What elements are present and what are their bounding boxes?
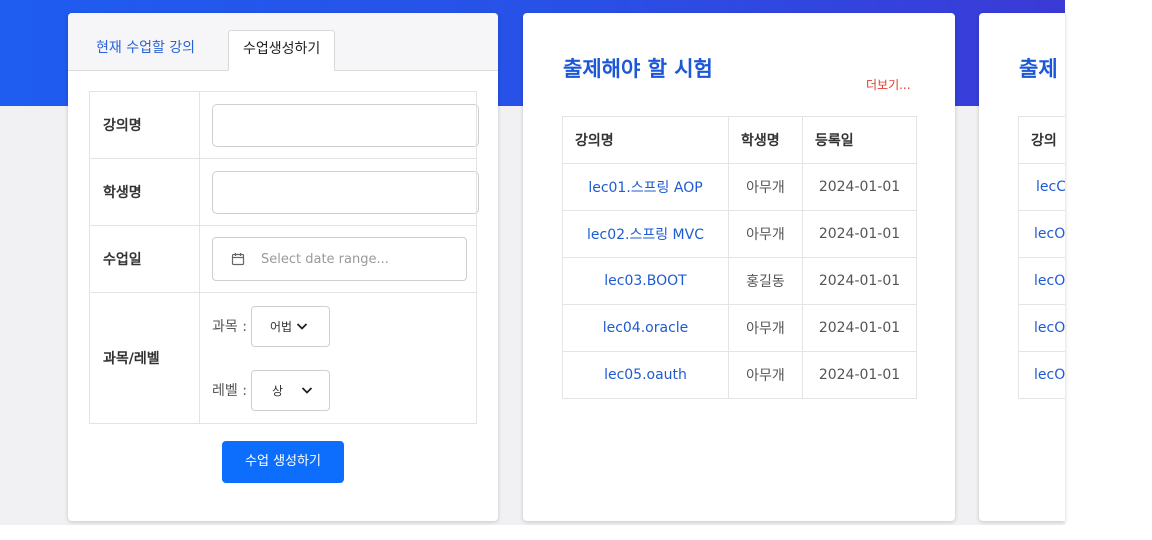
level-row: 레벨 : 상 <box>212 369 476 411</box>
card-title: 출제해야 할 시험 <box>563 57 713 81</box>
subject-row: 과목 : 어법 <box>212 305 476 347</box>
lecture-link[interactable]: lec05.oauth <box>562 351 729 399</box>
more-link[interactable]: 더보기... <box>866 76 911 93</box>
column-header-date: 등록일 <box>802 116 917 164</box>
card-title: 출제 <box>1019 57 1058 81</box>
date-cell: 2024-01-01 <box>802 163 917 211</box>
student-cell: 아무개 <box>728 351 803 399</box>
subject-level-label: 과목/레벨 <box>89 292 200 424</box>
chevron-down-icon <box>292 321 308 331</box>
student-name-cell <box>199 158 479 226</box>
exams-table: 강의명 학생명 등록일 lec01.스프링 AOP 아무개 2024-01-01… <box>562 116 917 399</box>
chevron-down-icon <box>297 385 313 395</box>
table-header-row: 강의명 학생명 등록일 <box>562 116 917 164</box>
student-name-input[interactable] <box>212 170 479 214</box>
table-row: lecO <box>1018 257 1065 305</box>
date-cell: 2024-01-01 <box>802 210 917 258</box>
date-cell: 2024-01-01 <box>802 351 917 399</box>
table-row: lec03.BOOT 홍길동 2024-01-01 <box>562 257 917 305</box>
tab-create-class[interactable]: 수업생성하기 <box>228 30 336 71</box>
lecture-link[interactable]: lecO <box>1018 304 1065 352</box>
table-row: lec04.oracle 아무개 2024-01-01 <box>562 304 917 352</box>
lecture-link[interactable]: lec03.BOOT <box>562 257 729 305</box>
lecture-name-label: 강의명 <box>89 91 200 159</box>
lecture-name-input[interactable] <box>212 103 479 147</box>
table-row: lec01.스프링 AOP 아무개 2024-01-01 <box>562 163 917 211</box>
lecture-link[interactable]: lecC <box>1018 163 1065 211</box>
subject-value: 어법 <box>269 319 293 334</box>
date-cell: 2024-01-01 <box>802 257 917 305</box>
create-class-button[interactable]: 수업 생성하기 <box>222 441 344 483</box>
column-header-student: 학생명 <box>728 116 803 164</box>
class-date-cell: Select date range... <box>199 225 477 293</box>
create-class-card: 현재 수업할 강의 수업생성하기 강의명 학생명 수업일 Select date… <box>68 13 498 521</box>
lecture-name-cell <box>199 91 479 159</box>
table-header-row: 강의 <box>1018 116 1065 164</box>
class-date-label: 수업일 <box>89 225 200 293</box>
column-header-lecture: 강의명 <box>562 116 729 164</box>
student-cell: 아무개 <box>728 304 803 352</box>
date-cell: 2024-01-01 <box>802 304 917 352</box>
student-cell: 아무개 <box>728 163 803 211</box>
cropped-table: 강의 lecC lecO lecO lecO lecO <box>1018 116 1065 399</box>
lecture-link[interactable]: lecO <box>1018 351 1065 399</box>
table-row: lec05.oauth 아무개 2024-01-01 <box>562 351 917 399</box>
student-cell: 홍길동 <box>728 257 803 305</box>
column-header-lecture: 강의 <box>1018 116 1065 164</box>
lecture-link[interactable]: lec02.스프링 MVC <box>562 210 729 258</box>
create-class-form: 강의명 학생명 수업일 Select date range... 과목/레벨 과… <box>89 91 479 424</box>
lecture-link[interactable]: lecO <box>1018 257 1065 305</box>
lecture-link[interactable]: lec04.oracle <box>562 304 729 352</box>
lecture-link[interactable]: lec01.스프링 AOP <box>562 163 729 211</box>
subject-select[interactable]: 어법 <box>250 305 330 347</box>
date-range-picker[interactable]: Select date range... <box>212 237 467 281</box>
subject-prefix: 과목 : <box>212 319 247 335</box>
student-name-label: 학생명 <box>89 158 200 226</box>
level-value: 상 <box>271 383 283 398</box>
level-prefix: 레벨 : <box>212 383 247 399</box>
third-card-cropped: 출제 강의 lecC lecO lecO lecO lecO <box>979 13 1065 521</box>
calendar-icon <box>231 252 261 266</box>
pending-exams-card: 출제해야 할 시험 더보기... 강의명 학생명 등록일 lec01.스프링 A… <box>523 13 955 521</box>
student-cell: 아무개 <box>728 210 803 258</box>
tab-bar: 현재 수업할 강의 수업생성하기 <box>68 13 498 71</box>
table-row: lecC <box>1018 163 1065 211</box>
table-row: lecO <box>1018 351 1065 399</box>
tab-current-lectures[interactable]: 현재 수업할 강의 <box>82 30 209 70</box>
level-select[interactable]: 상 <box>250 369 330 411</box>
subject-level-cell: 과목 : 어법 레벨 : 상 <box>199 292 477 424</box>
table-row: lec02.스프링 MVC 아무개 2024-01-01 <box>562 210 917 258</box>
lecture-link[interactable]: lecO <box>1018 210 1065 258</box>
table-row: lecO <box>1018 210 1065 258</box>
date-range-placeholder: Select date range... <box>261 251 389 267</box>
table-row: lecO <box>1018 304 1065 352</box>
